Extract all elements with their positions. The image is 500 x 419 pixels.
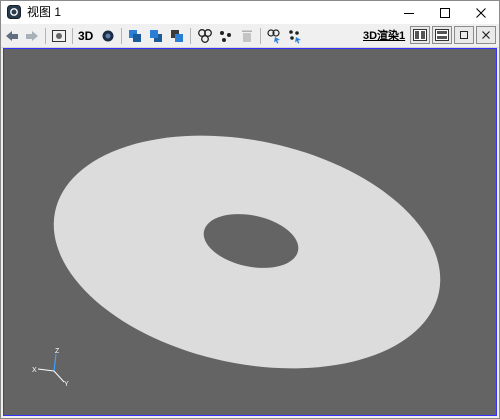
scatter-dots-icon <box>220 31 231 42</box>
sphere-icon <box>102 30 114 42</box>
view-back-icon <box>6 31 18 41</box>
axis-z-label: Z <box>55 348 60 355</box>
cube-front-icon <box>129 30 141 42</box>
close-view-icon <box>482 31 490 39</box>
restore-icon <box>460 31 468 39</box>
group-circles-button[interactable] <box>196 27 214 45</box>
trash-icon <box>242 30 252 42</box>
axis-y-label: Y <box>64 381 69 388</box>
select-group-button[interactable] <box>265 27 283 45</box>
restore-view-button[interactable] <box>454 26 474 44</box>
cube-back-button[interactable] <box>147 27 165 45</box>
cube-back-icon <box>150 30 162 42</box>
layout-split-horizontal-icon <box>435 29 449 41</box>
layout-split-vertical-button[interactable] <box>410 26 430 44</box>
app-icon <box>7 5 21 19</box>
select-dots-button[interactable] <box>286 27 304 45</box>
select-group-icon <box>267 29 280 44</box>
window-title: 视图 1 <box>27 5 62 19</box>
layout-split-vertical-icon <box>413 29 427 41</box>
title-bar: 视图 1 <box>1 1 499 24</box>
sphere-button[interactable] <box>99 27 117 45</box>
minimize-button[interactable] <box>391 1 427 24</box>
cube-front-button[interactable] <box>126 27 144 45</box>
view-toolbar: 3D 3D渲染1 <box>1 25 499 48</box>
fit-view-icon <box>52 30 66 42</box>
layout-split-horizontal-button[interactable] <box>432 26 452 44</box>
render-name-label[interactable]: 3D渲染1 <box>363 28 405 44</box>
3d-viewport[interactable]: Z X Y <box>3 48 497 416</box>
view-forward-icon <box>26 31 38 41</box>
ring-shape <box>53 135 441 369</box>
scene-canvas: Z X Y <box>32 135 441 388</box>
maximize-icon <box>440 7 450 18</box>
group-circles-icon <box>198 29 212 43</box>
axis-x-label: X <box>32 367 37 374</box>
select-dots-icon <box>289 30 301 44</box>
close-button[interactable] <box>463 1 499 24</box>
delete-button[interactable] <box>238 27 256 45</box>
close-icon <box>476 7 486 18</box>
fit-view-button[interactable] <box>50 27 68 45</box>
close-view-button[interactable] <box>476 26 496 44</box>
maximize-button[interactable] <box>427 1 463 24</box>
view-back-button[interactable] <box>3 27 21 45</box>
view-forward-button[interactable] <box>23 27 41 45</box>
cube-stack-button[interactable] <box>168 27 186 45</box>
minimize-icon <box>404 12 414 14</box>
3d-mode-label[interactable]: 3D <box>78 28 93 44</box>
cube-stack-icon <box>171 30 183 42</box>
view-window: 视图 1 3D 3D渲染1 Z X Y <box>0 0 500 419</box>
scatter-dots-button[interactable] <box>217 27 235 45</box>
axis-triad: Z X Y <box>32 348 69 388</box>
